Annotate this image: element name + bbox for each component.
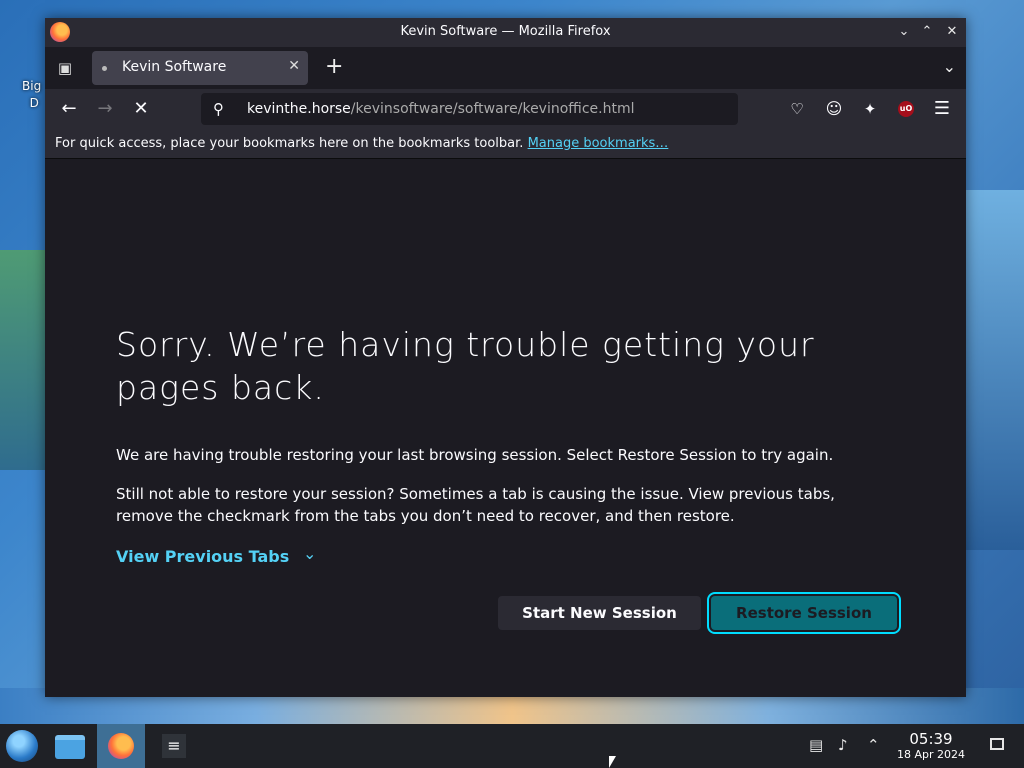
restore-session-button[interactable]: Restore Session	[711, 596, 897, 630]
forward-icon[interactable]: →	[93, 97, 117, 121]
show-desktop-icon[interactable]	[990, 738, 1004, 750]
url-path: /kevinsoftware/software/kevinoffice.html	[350, 101, 635, 117]
tab-label: Kevin Software	[122, 59, 227, 75]
start-menu-button[interactable]	[0, 724, 48, 768]
volume-muted-icon[interactable]: ♪	[838, 736, 848, 754]
ublock-icon[interactable]: uO	[898, 101, 914, 117]
maximize-icon[interactable]: ⌃	[918, 23, 936, 41]
new-tab-icon[interactable]: +	[325, 55, 343, 79]
tab-bar: ▣ Kevin Software ✕ + ⌄	[45, 47, 966, 89]
view-previous-tabs-link[interactable]: View Previous Tabs	[116, 547, 289, 566]
taskbar-mixer[interactable]: ≡	[149, 724, 197, 768]
bookmarks-message: For quick access, place your bookmarks h…	[55, 136, 524, 151]
bookmarks-toolbar: For quick access, place your bookmarks h…	[45, 129, 966, 159]
start-orb-icon	[6, 730, 38, 762]
firefox-window: Kevin Software — Mozilla Firefox ⌄ ⌃ ✕ ▣…	[45, 18, 966, 697]
taskbar-firefox[interactable]	[97, 724, 145, 768]
search-icon: ⚲	[213, 100, 224, 118]
taskbar: ≡ ▤ ♪ ⌃ 05:39 18 Apr 2024	[0, 724, 1024, 768]
chevron-down-icon[interactable]: ⌄	[303, 544, 316, 563]
page-title: Sorry. We’re having trouble getting your…	[116, 325, 815, 407]
url-bar[interactable]: ⚲ kevinthe.horse/kevinsoftware/software/…	[201, 93, 738, 125]
menu-icon[interactable]: ☰	[930, 97, 954, 121]
navigation-bar: ← → ✕ ⚲ kevinthe.horse/kevinsoftware/sof…	[45, 89, 966, 129]
clock-time[interactable]: 05:39	[899, 730, 963, 748]
chevron-up-icon[interactable]: ⌃	[867, 736, 880, 754]
list-all-tabs-icon[interactable]: ⌄	[943, 57, 956, 76]
mouse-cursor	[609, 756, 616, 768]
tab-list-icon[interactable]: ▣	[54, 57, 76, 79]
start-new-session-button[interactable]: Start New Session	[498, 596, 701, 630]
stop-icon[interactable]: ✕	[129, 97, 153, 121]
url-text[interactable]: kevinthe.horse/kevinsoftware/software/ke…	[247, 101, 634, 117]
desktop-icon-label[interactable]: Big D	[22, 78, 41, 112]
title-bar[interactable]: Kevin Software — Mozilla Firefox ⌄ ⌃ ✕	[45, 18, 966, 47]
clipboard-icon[interactable]: ▤	[809, 736, 823, 754]
folder-icon	[55, 735, 85, 759]
clock-date[interactable]: 18 Apr 2024	[891, 748, 971, 761]
taskbar-files[interactable]	[45, 724, 93, 768]
error-help-text: Still not able to restore your session? …	[116, 485, 835, 525]
pocket-icon[interactable]: ♡	[785, 97, 809, 121]
account-icon[interactable]: ☺	[822, 97, 846, 121]
close-icon[interactable]: ✕	[943, 23, 961, 41]
manage-bookmarks-link[interactable]: Manage bookmarks…	[528, 136, 669, 151]
tab-close-icon[interactable]: ✕	[288, 58, 300, 74]
tab-kevin-software[interactable]: Kevin Software ✕	[92, 51, 308, 85]
window-title: Kevin Software — Mozilla Firefox	[400, 24, 611, 39]
minimize-icon[interactable]: ⌄	[895, 23, 913, 41]
firefox-icon	[108, 733, 134, 759]
error-description: We are having trouble restoring your las…	[116, 446, 834, 464]
session-restore-page: Sorry. We’re having trouble getting your…	[45, 159, 966, 697]
extensions-icon[interactable]: ✦	[858, 97, 882, 121]
tab-favicon-icon	[102, 66, 107, 71]
back-icon[interactable]: ←	[57, 97, 81, 121]
url-host: kevinthe.horse	[247, 101, 351, 117]
mixer-icon: ≡	[162, 734, 186, 758]
